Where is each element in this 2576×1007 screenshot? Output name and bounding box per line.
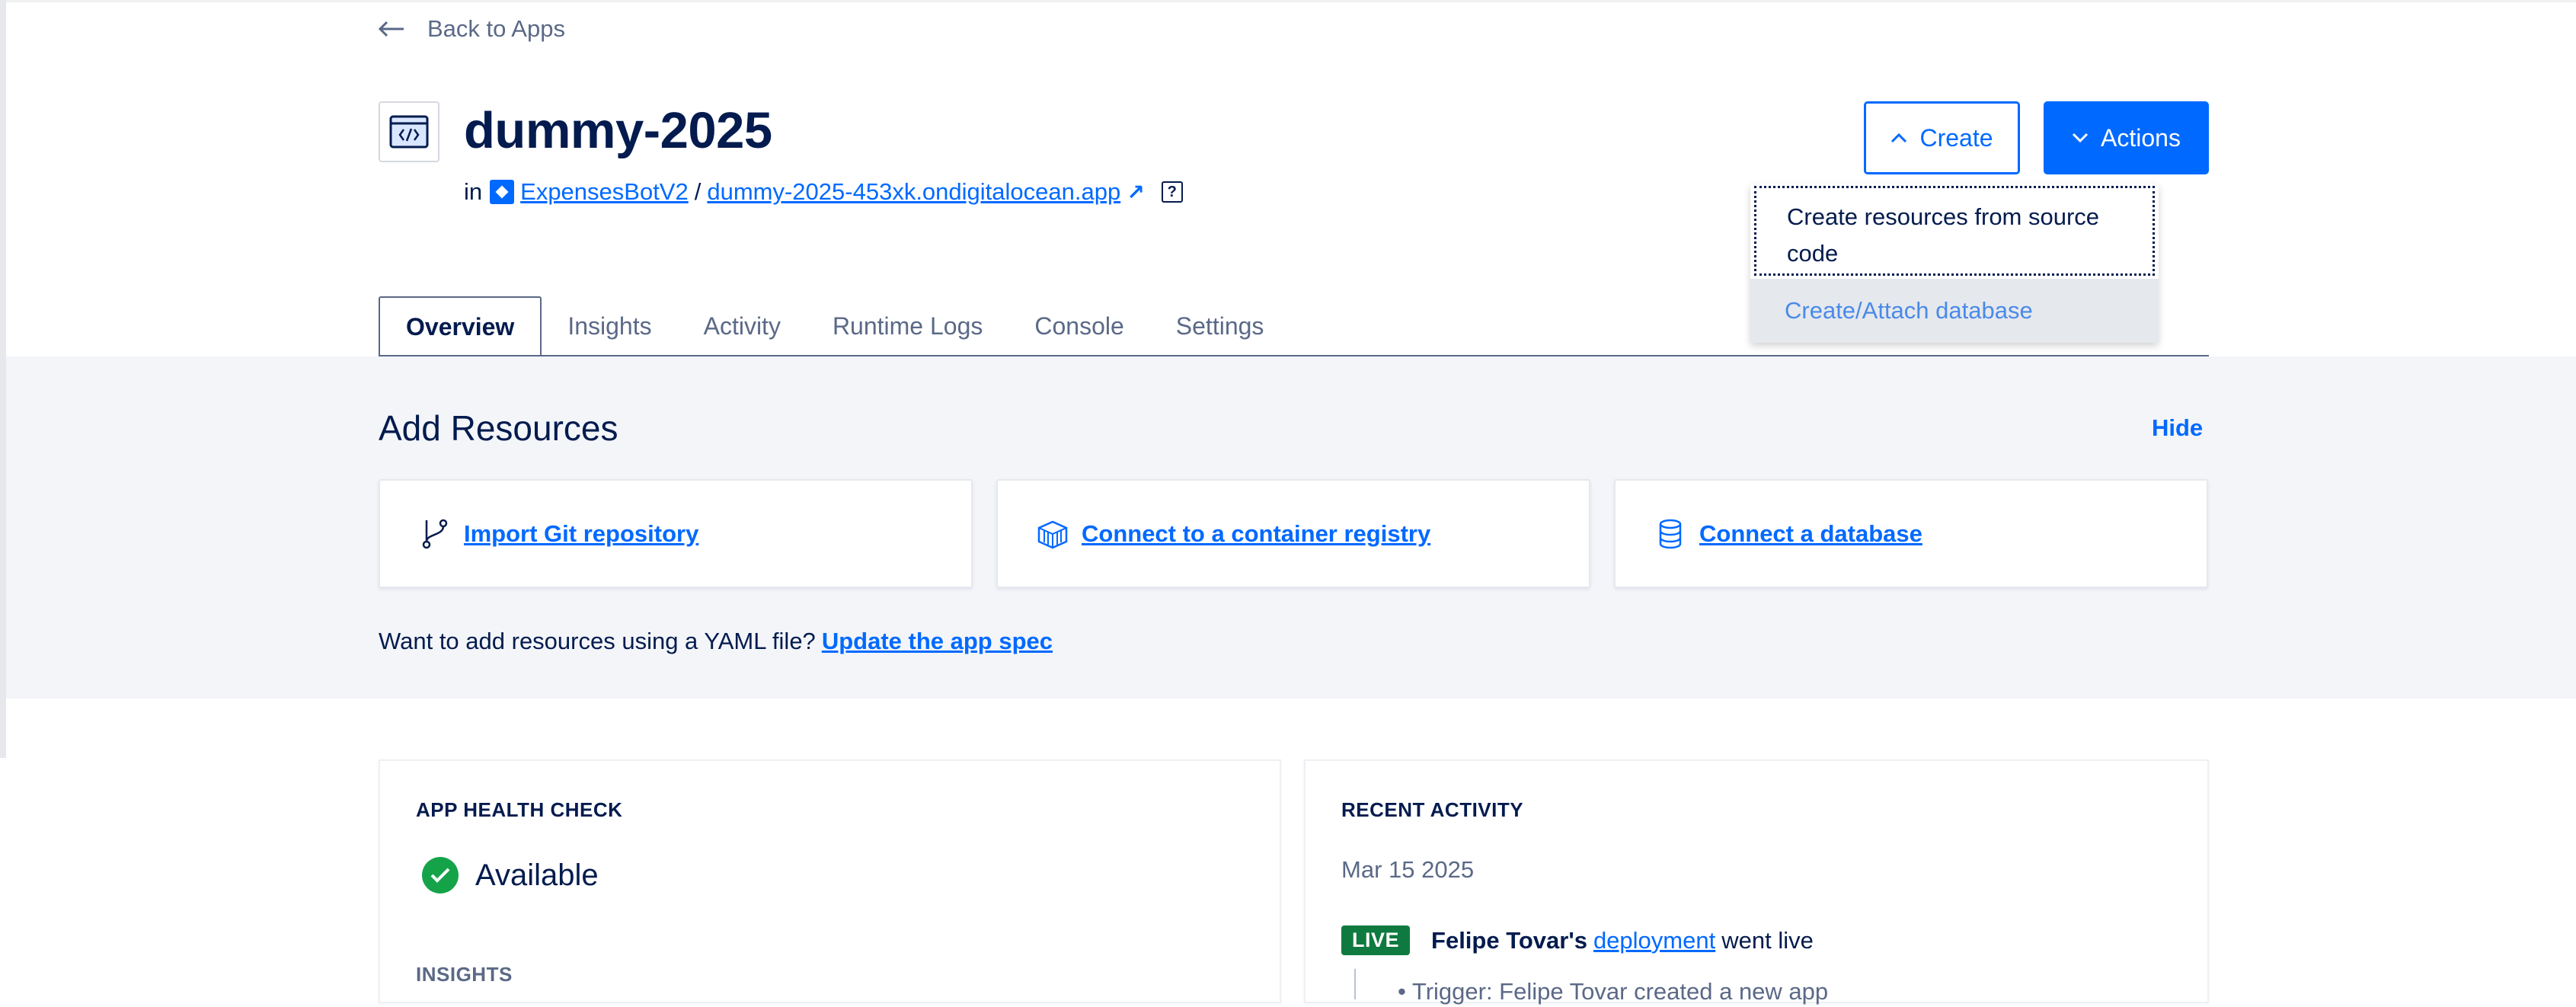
connect-database-link[interactable]: Connect a database xyxy=(1699,520,1922,548)
tab-bar: Overview Insights Activity Runtime Logs … xyxy=(379,296,1290,356)
container-registry-card[interactable]: Connect to a container registry xyxy=(996,479,1590,588)
chevron-down-icon xyxy=(2072,133,2089,143)
tab-insights[interactable]: Insights xyxy=(542,296,677,356)
hide-button[interactable]: Hide xyxy=(2152,411,2203,445)
activity-trigger: • Trigger: Felipe Tovar created a new ap… xyxy=(1398,978,1829,1005)
back-to-apps-link[interactable]: Back to Apps xyxy=(379,11,565,47)
activity-timeline-line xyxy=(1354,969,1356,999)
container-icon xyxy=(1037,520,1068,548)
menu-item-create-from-source[interactable]: Create resources from source code xyxy=(1754,186,2155,276)
actions-label: Actions xyxy=(2101,123,2181,152)
create-label: Create xyxy=(1919,123,1993,152)
check-circle-icon xyxy=(422,857,459,894)
actions-button[interactable]: Actions xyxy=(2044,101,2209,174)
tab-settings[interactable]: Settings xyxy=(1150,296,1290,356)
health-status-text: Available xyxy=(475,858,599,892)
git-branch-icon xyxy=(422,519,448,548)
in-label: in xyxy=(464,178,483,205)
breadcrumb-separator: / xyxy=(694,178,702,205)
top-shadow xyxy=(0,0,2576,2)
health-status: Available xyxy=(422,857,599,894)
tab-overview[interactable]: Overview xyxy=(379,296,542,356)
tab-runtime-logs[interactable]: Runtime Logs xyxy=(807,296,1008,356)
connect-database-card[interactable]: Connect a database xyxy=(1614,479,2208,588)
menu-item-create-attach-database[interactable]: Create/Attach database xyxy=(1750,279,2159,343)
yaml-prompt: Want to add resources using a YAML file? xyxy=(379,628,816,654)
arrow-left-icon xyxy=(379,21,404,37)
chevron-up-icon xyxy=(1891,133,1907,143)
back-label: Back to Apps xyxy=(427,15,565,42)
page-title: dummy-2025 xyxy=(464,102,772,159)
app-code-icon xyxy=(379,101,439,162)
activity-date: Mar 15 2025 xyxy=(1341,856,1475,883)
insights-label: INSIGHTS xyxy=(416,963,513,986)
database-icon xyxy=(1659,519,1682,548)
recent-activity-label: RECENT ACTIVITY xyxy=(1341,798,1524,821)
project-link[interactable]: ExpensesBotV2 xyxy=(520,178,689,206)
help-icon[interactable]: ? xyxy=(1161,181,1183,203)
add-resources-title: Add Resources xyxy=(379,408,618,448)
tab-activity[interactable]: Activity xyxy=(678,296,807,356)
app-health-label: APP HEALTH CHECK xyxy=(416,798,623,821)
tab-console[interactable]: Console xyxy=(1008,296,1149,356)
create-button[interactable]: Create xyxy=(1864,101,2020,174)
activity-entry: LIVE Felipe Tovar's deployment went live xyxy=(1341,925,1814,955)
external-link-icon[interactable]: ↗ xyxy=(1127,180,1144,205)
deployment-link[interactable]: deployment xyxy=(1593,927,1715,954)
project-icon xyxy=(490,180,515,204)
yaml-hint: Want to add resources using a YAML file?… xyxy=(379,623,1053,660)
live-badge: LIVE xyxy=(1341,925,1411,955)
live-url-link[interactable]: dummy-2025-453xk.ondigitalocean.app xyxy=(707,178,1120,206)
import-git-card[interactable]: Import Git repository xyxy=(379,479,973,588)
activity-actor: Felipe Tovar's xyxy=(1431,926,1587,954)
import-git-link[interactable]: Import Git repository xyxy=(464,520,698,548)
activity-suffix: went live xyxy=(1721,926,1814,954)
app-breadcrumb: in ExpensesBotV2 / dummy-2025-453xk.ondi… xyxy=(464,174,1183,210)
left-edge xyxy=(0,0,6,758)
container-registry-link[interactable]: Connect to a container registry xyxy=(1082,520,1430,548)
update-app-spec-link[interactable]: Update the app spec xyxy=(822,628,1053,654)
